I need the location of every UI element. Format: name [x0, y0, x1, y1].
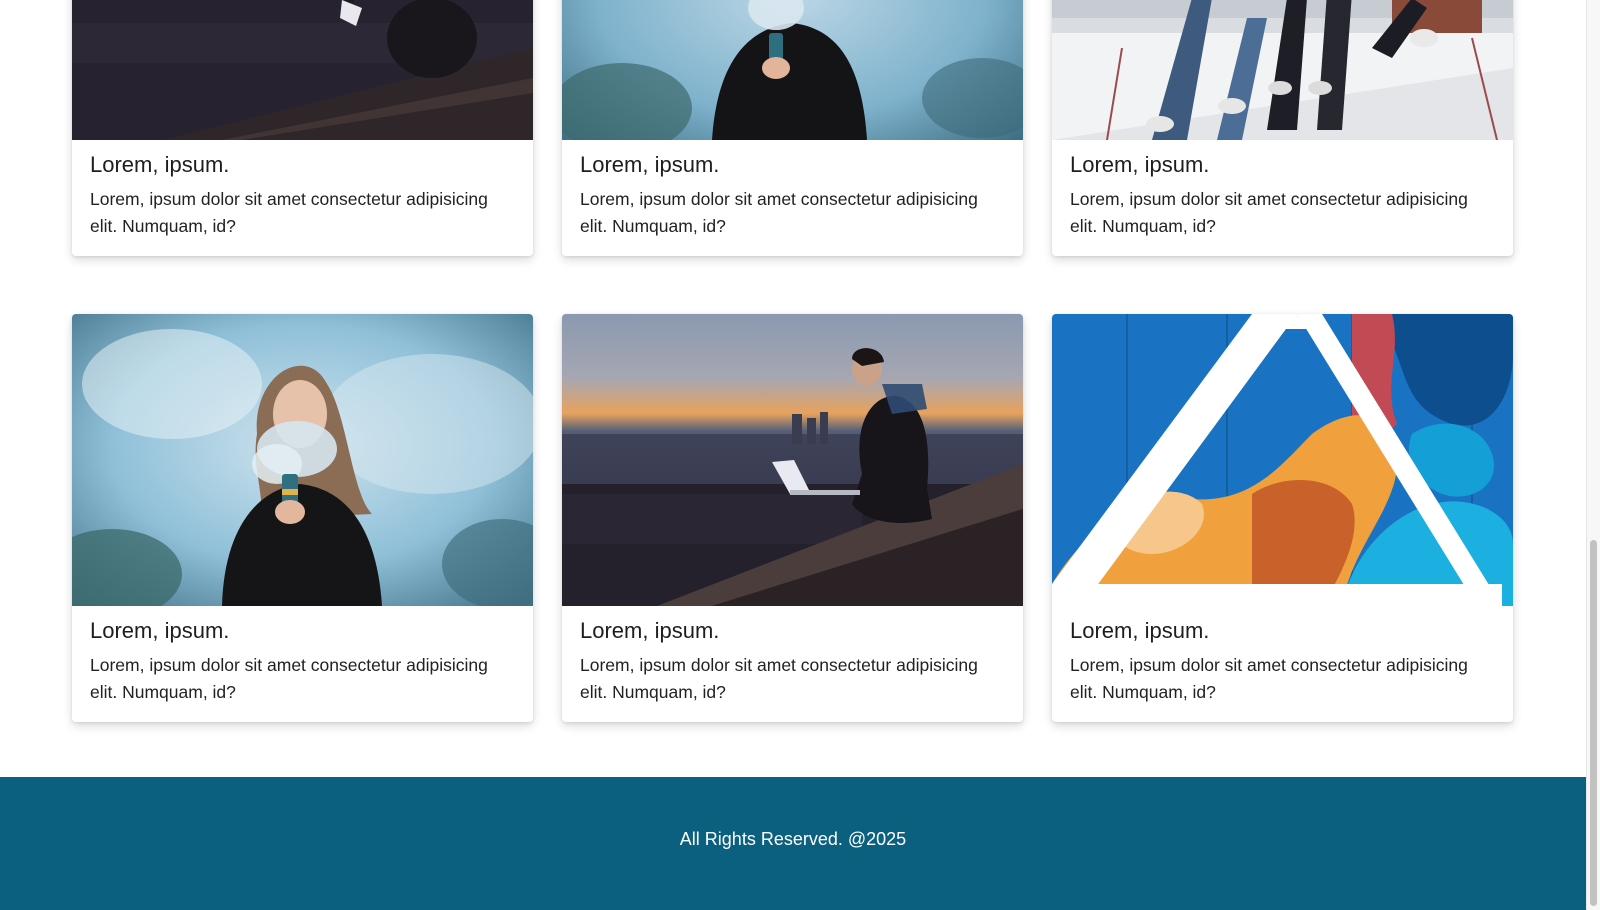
- card[interactable]: Lorem, ipsum. Lorem, ipsum dolor sit ame…: [562, 314, 1023, 722]
- vertical-scrollbar[interactable]: [1586, 0, 1600, 910]
- card-image-triangle-mural: [1052, 314, 1513, 606]
- page-content: Lorem, ipsum. Lorem, ipsum dolor sit ame…: [0, 0, 1586, 910]
- card[interactable]: Lorem, ipsum. Lorem, ipsum dolor sit ame…: [72, 0, 533, 256]
- card-image-man-laptop: [562, 314, 1023, 606]
- card-text: Lorem, ipsum dolor sit amet consectetur …: [580, 655, 978, 702]
- card-text: Lorem, ipsum dolor sit amet consectetur …: [1070, 189, 1468, 236]
- card-text: Lorem, ipsum dolor sit amet consectetur …: [90, 655, 488, 702]
- card[interactable]: Lorem, ipsum. Lorem, ipsum dolor sit ame…: [72, 314, 533, 722]
- card-title: Lorem, ipsum.: [1070, 152, 1210, 177]
- scrollbar-thumb[interactable]: [1590, 540, 1597, 906]
- card-title: Lorem, ipsum.: [580, 618, 720, 643]
- card-image-woman-smoke: [72, 314, 533, 606]
- card-image-people-jumping: [1052, 0, 1513, 140]
- card[interactable]: Lorem, ipsum. Lorem, ipsum dolor sit ame…: [562, 0, 1023, 256]
- card[interactable]: Lorem, ipsum. Lorem, ipsum dolor sit ame…: [1052, 314, 1513, 722]
- card-text: Lorem, ipsum dolor sit amet consectetur …: [580, 189, 978, 236]
- card-title: Lorem, ipsum.: [90, 152, 230, 177]
- card-text: Lorem, ipsum dolor sit amet consectetur …: [1070, 655, 1468, 702]
- card[interactable]: Lorem, ipsum. Lorem, ipsum dolor sit ame…: [1052, 0, 1513, 256]
- card-image-woman-smoke: [562, 0, 1023, 140]
- browser-viewport: Lorem, ipsum. Lorem, ipsum dolor sit ame…: [0, 0, 1600, 910]
- card-image-man-laptop: [72, 0, 533, 140]
- card-title: Lorem, ipsum.: [580, 152, 720, 177]
- footer-copyright: All Rights Reserved. @2025: [679, 829, 907, 849]
- card-title: Lorem, ipsum.: [1070, 618, 1210, 643]
- card-text: Lorem, ipsum dolor sit amet consectetur …: [90, 189, 488, 236]
- site-footer: All Rights Reserved. @2025: [0, 777, 1586, 910]
- card-title: Lorem, ipsum.: [90, 618, 230, 643]
